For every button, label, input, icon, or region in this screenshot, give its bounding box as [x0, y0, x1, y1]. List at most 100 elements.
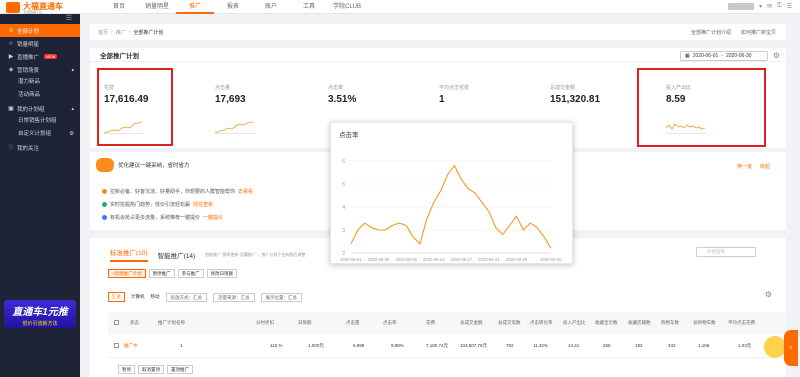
column-header[interactable]: 总购物车数	[693, 320, 716, 326]
feedback-button[interactable]: ≡	[784, 330, 798, 366]
filter-tab-summary[interactable]: 汇总	[108, 292, 125, 302]
chevron-down-icon[interactable]: ▾	[759, 3, 762, 10]
cost-cell: 7,180.74元	[426, 343, 449, 348]
row-checkbox[interactable]	[114, 343, 119, 349]
breadcrumb-promotion[interactable]: 推广	[116, 29, 126, 36]
column-header[interactable]: 日限额	[298, 320, 312, 326]
promo-banner[interactable]: 直通车1元推 低价引流新方法	[4, 300, 76, 328]
logo[interactable]: 大福直通车 智能数据平台	[6, 1, 88, 14]
edit-daily-limit-button[interactable]: 修改日限额	[206, 269, 238, 278]
plan-name[interactable]: 1	[180, 343, 183, 348]
ctr-chart-popup: 点击率 2 3 4 5 6 2020-06-01 2020-06-05 2020-06-09 2…	[330, 122, 573, 264]
metric-gmv[interactable]: 总成交金额 151,320.81	[550, 84, 630, 105]
account-name-blurred[interactable]	[727, 3, 754, 10]
assistant-avatar-icon[interactable]	[764, 336, 786, 358]
nav-promotion[interactable]: 推广	[176, 0, 214, 14]
sidebar-item-label: 营销场景	[17, 67, 40, 74]
unpin-button[interactable]: 取消置顶	[138, 365, 164, 374]
sidebar-item-live[interactable]: ▶ 直播推广 NEW	[0, 50, 80, 63]
column-header[interactable]: 购物车数	[661, 320, 679, 326]
nav-club[interactable]: 学院CLUB	[328, 0, 366, 14]
x-tick-label: 2020-06-17	[451, 257, 473, 262]
sidebar-item-all-plans[interactable]: ≡ 全部计划	[0, 24, 80, 37]
sidebar-item-sales-star[interactable]: ☆ 销量明星	[0, 37, 80, 50]
table-header: 状态 推广计划名称 分时折扣 日限额 点击量 点击率 花费 总成交金额 总成交笔…	[108, 312, 786, 334]
metric-avg-cpc[interactable]: 平均点击花费 1	[439, 84, 519, 105]
nav-account[interactable]: 账户	[252, 0, 290, 14]
mail-icon[interactable]: ✉	[767, 3, 772, 10]
collapse-button[interactable]: 收起	[760, 163, 770, 170]
column-header[interactable]: 状态	[130, 320, 139, 326]
x-tick-label: 2020-06-13	[423, 257, 445, 262]
join-promo-button[interactable]: 参与推广	[177, 269, 204, 278]
column-header[interactable]: 花费	[426, 320, 435, 326]
suggestion-link[interactable]: 前往查看	[193, 201, 213, 208]
nav-tools[interactable]: 工具	[290, 0, 328, 14]
sidebar-item-my-plans[interactable]: ▣ 我的计划组 ▴	[0, 102, 80, 115]
column-header[interactable]: 平均点击花费	[728, 320, 755, 326]
filter-tab-pc[interactable]: 计算机	[131, 294, 145, 300]
filter-tab-mobile[interactable]: 移动	[151, 294, 160, 300]
column-header[interactable]: 点击量	[346, 320, 360, 326]
nav-reports[interactable]: 报表	[214, 0, 252, 14]
live-icon: ▶	[8, 54, 14, 60]
gear-icon[interactable]: ⚙	[773, 51, 780, 60]
column-header[interactable]: 点击转化率	[530, 320, 553, 326]
refresh-suggestions-button[interactable]: 换一批	[737, 163, 752, 170]
tab-smart[interactable]: 智能推广(14)	[158, 250, 196, 260]
suggestion-link[interactable]: 一键提价	[203, 214, 223, 221]
sidebar-item-marketing[interactable]: ◈ 营销场景 ▴	[0, 63, 80, 76]
folder-icon: ▣	[8, 106, 14, 112]
clicks-cell: 6,999	[353, 343, 365, 348]
breadcrumb-home[interactable]: 首页	[98, 29, 108, 36]
metric-ctr[interactable]: 点击率 3.51%	[328, 84, 408, 105]
nav-home[interactable]: 首页	[100, 0, 138, 14]
gear-icon[interactable]: ⚙	[765, 290, 772, 299]
delivery-mode-select[interactable]: 投放方式：汇总	[165, 292, 207, 302]
sidebar-sub-custom-plans[interactable]: 自定义计划组 ⚙	[0, 128, 80, 141]
nav-sales-star[interactable]: 销量明星	[138, 0, 176, 14]
placement-select[interactable]: 展示位置：汇总	[260, 292, 302, 302]
table-row[interactable]: 推广中 1 115 % 1,000元 6,999 9.88% 7,180.74元…	[108, 334, 786, 358]
column-header[interactable]: 收藏店铺数	[628, 320, 651, 326]
bullet-icon	[102, 202, 107, 207]
new-plan-button[interactable]: +新建推广计划	[108, 269, 146, 278]
column-header[interactable]: 点击率	[383, 320, 397, 326]
metric-label: 点击率	[328, 85, 344, 91]
pause-button[interactable]: 暂停	[118, 365, 135, 374]
sidebar-item-label: 销量明星	[17, 41, 40, 48]
select-all-checkbox[interactable]	[114, 320, 119, 326]
metric-label: 总成交金额	[550, 85, 576, 91]
column-header[interactable]: 投入产出比	[563, 320, 586, 326]
sidebar-item-label: 直播推广	[17, 54, 40, 61]
daily-limit[interactable]: 1,000元	[308, 343, 324, 349]
date-range-picker[interactable]: ▦ 2020-06-01 - 2020-06-30	[680, 51, 768, 61]
pin-button[interactable]: 置顶推广	[167, 365, 193, 374]
time-discount[interactable]: 115 %	[270, 343, 282, 348]
fav-shop-cell: 192	[635, 343, 643, 348]
lock-icon[interactable]: ⚿	[777, 3, 782, 10]
collapse-icon[interactable]: ☰	[0, 14, 80, 24]
sidebar-item-follow[interactable]: ♡ 我的关注	[0, 141, 80, 154]
menu-icon[interactable]: ☰	[787, 3, 792, 10]
column-header[interactable]: 总成交笔数	[498, 320, 521, 326]
pause-promo-button[interactable]: 暂停推广	[148, 269, 175, 278]
how-to-promote-link[interactable]: 如何推广新宝贝	[741, 29, 776, 36]
suggestion-link[interactable]: 去看看	[238, 188, 253, 195]
column-header[interactable]: 分时折扣	[256, 320, 274, 326]
traffic-source-select[interactable]: 流量来源：汇总	[213, 292, 255, 302]
metric-clicks[interactable]: 点击量 17,693	[215, 84, 295, 134]
column-header[interactable]: 推广计划名称	[158, 320, 185, 326]
column-header[interactable]: 收藏宝贝数	[595, 320, 618, 326]
status-badge: 推广中	[124, 343, 138, 348]
gear-icon[interactable]: ⚙	[69, 128, 74, 141]
sidebar-sub-activity-items[interactable]: 活动商品	[0, 89, 80, 102]
sidebar-sub-daily-plans[interactable]: 日常销售计划组	[0, 115, 80, 128]
breadcrumb: 首页 › 推广 › 全部推广计划 全部推广计划介绍 如何推广新宝贝	[90, 24, 786, 40]
search-input[interactable]: 计划名称	[696, 247, 756, 257]
plan-intro-link[interactable]: 全部推广计划介绍	[691, 29, 731, 36]
x-tick-label: 2020-06-01	[340, 257, 362, 262]
tab-standard[interactable]: 标准推广(10)	[110, 247, 148, 262]
column-header[interactable]: 总成交金额	[460, 320, 483, 326]
sidebar-sub-potential-new[interactable]: 潜力新品	[0, 76, 80, 89]
